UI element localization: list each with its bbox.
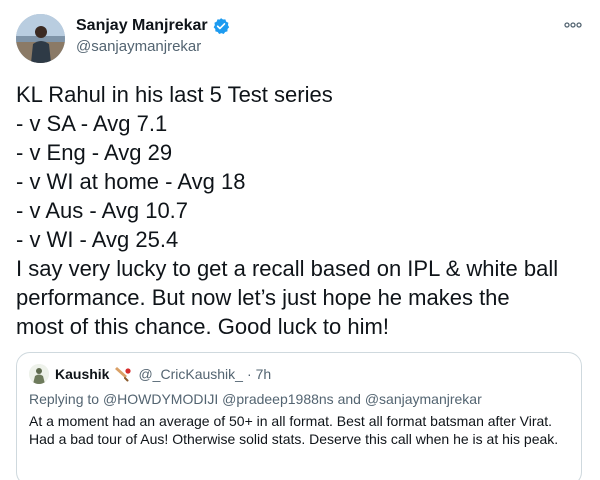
replying-to: Replying to @HOWDYMODIJI @pradeep1988ns … bbox=[29, 390, 569, 408]
author-name[interactable]: Sanjay Manjrekar bbox=[76, 17, 208, 35]
mention-link[interactable]: @pradeep1988ns bbox=[222, 391, 334, 407]
quoted-tweet[interactable]: Kaushik @_CricKaushik_ · 7h Replying to … bbox=[16, 352, 582, 480]
replying-prefix: Replying to bbox=[29, 391, 100, 407]
quote-timestamp[interactable]: 7h bbox=[256, 366, 272, 382]
quote-author-handle[interactable]: @_CricKaushik_ bbox=[138, 366, 242, 382]
quote-avatar[interactable] bbox=[29, 364, 49, 384]
mention-link[interactable]: @HOWDYMODIJI bbox=[103, 391, 218, 407]
tweet-line: - v WI at home - Avg 18 bbox=[16, 169, 246, 194]
quote-header: Kaushik @_CricKaushik_ · 7h bbox=[29, 363, 569, 385]
separator-dot: · bbox=[246, 366, 252, 382]
tweet-line: I say very lucky to get a recall based o… bbox=[16, 256, 559, 281]
author-avatar[interactable] bbox=[16, 14, 65, 63]
tweet-line: KL Rahul in his last 5 Test series bbox=[16, 82, 333, 107]
quote-author-name[interactable]: Kaushik bbox=[55, 366, 109, 382]
tweet: Sanjay Manjrekar @sanjaymanjrekar KL Rah… bbox=[0, 0, 600, 480]
author-name-row: Sanjay Manjrekar bbox=[76, 17, 230, 35]
tweet-line: most of this chance. Good luck to him! bbox=[16, 314, 389, 339]
more-options-icon[interactable] bbox=[562, 16, 584, 34]
tweet-line: - v SA - Avg 7.1 bbox=[16, 111, 168, 136]
tweet-line: - v Aus - Avg 10.7 bbox=[16, 198, 189, 223]
tweet-line: - v Eng - Avg 29 bbox=[16, 140, 173, 165]
replying-and: and bbox=[337, 391, 361, 407]
cricket-bat-emoji bbox=[112, 366, 132, 382]
tweet-line: - v WI - Avg 25.4 bbox=[16, 227, 179, 252]
avatar-photo bbox=[16, 14, 65, 63]
verified-badge-icon bbox=[212, 17, 230, 35]
tweet-text: KL Rahul in his last 5 Test series - v S… bbox=[16, 80, 584, 341]
author-handle[interactable]: @sanjaymanjrekar bbox=[76, 38, 201, 55]
quote-body-text: At a moment had an average of 50+ in all… bbox=[29, 413, 559, 447]
mention-link[interactable]: @sanjaymanjrekar bbox=[365, 391, 482, 407]
tweet-line: performance. But now let’s just hope he … bbox=[16, 285, 510, 310]
